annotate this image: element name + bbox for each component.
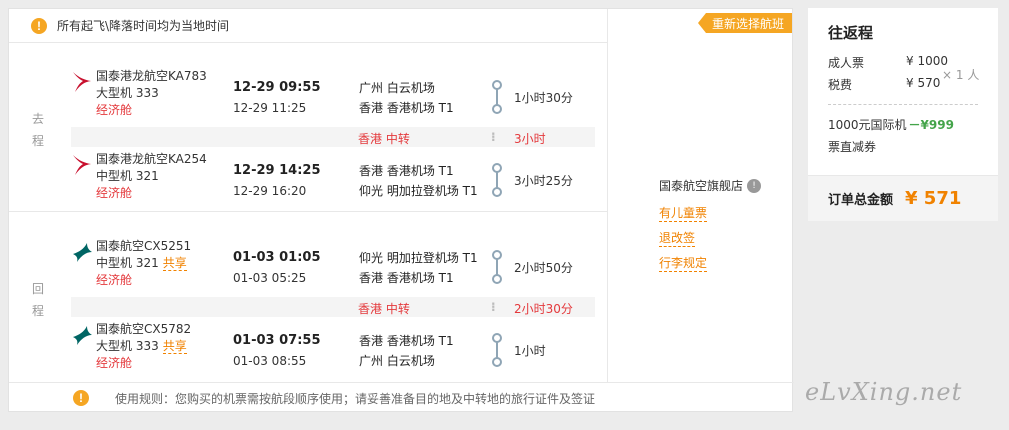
tax-label: 税费	[828, 78, 853, 92]
adult-fare-label: 成人票	[828, 56, 865, 70]
child-ticket-link[interactable]: 有儿童票	[659, 206, 708, 222]
departure-airport: 广州 白云机场	[359, 81, 435, 95]
return-label: 回 程	[31, 282, 44, 318]
cathay-logo-icon	[73, 243, 92, 262]
cabin-class: 经济舱	[96, 103, 133, 117]
arrival-time: 12-29 11:25	[233, 101, 307, 115]
panel-divider	[607, 9, 608, 382]
trip-type-title: 往返程	[828, 24, 874, 42]
coupon-label-2: 票直减券	[828, 140, 877, 154]
flight-duration: 3小时25分	[514, 174, 573, 188]
usage-rules-text: 使用规则：您购买的机票需按航段顺序使用；请妥善准备目的地及中转地的旅行证件及签证	[115, 391, 596, 406]
coupon-amount: －¥999	[908, 118, 954, 132]
warning-icon: !	[31, 17, 47, 34]
departure-time: 01-03 01:05	[233, 250, 321, 265]
itinerary-panel: ! 所有起飞\降落时间均为当地时间 重新选择航班 去 程 国泰港龙航空KA783…	[8, 8, 794, 413]
price-summary-panel: 往返程 成人票 ¥ 1000 × 1 人 税费 ¥ 570 1000元国际机 －¥…	[808, 8, 998, 221]
arrival-time: 12-29 16:20	[233, 184, 307, 198]
flight-duration: 1小时30分	[514, 91, 573, 105]
dragonair-logo-icon	[73, 155, 91, 175]
airline-name: 国泰港龙航空KA783	[96, 69, 207, 83]
airline-name: 国泰航空CX5782	[96, 322, 192, 336]
order-total-amount: ¥ 571	[905, 188, 962, 209]
flight-row: 国泰航空CX5251 中型机 321 共享 经济舱 01-03 01:05 01-…	[71, 226, 601, 290]
outbound-label: 去 程	[31, 112, 44, 148]
cabin-class: 经济舱	[96, 273, 133, 287]
warning-icon: !	[73, 390, 89, 406]
baggage-rules-link[interactable]: 行李规定	[659, 256, 708, 272]
route-icon	[492, 333, 502, 367]
dragonair-logo-icon	[73, 72, 91, 92]
time-notice: ! 所有起飞\降落时间均为当地时间	[9, 9, 607, 43]
arrival-airport: 香港 香港机场 T1	[359, 271, 454, 285]
info-icon: !	[747, 178, 762, 193]
flight-duration: 2小时50分	[514, 261, 573, 275]
coupon-line: 1000元国际机 －¥999	[828, 116, 954, 133]
usage-rules-notice: ! 使用规则：您购买的机票需按航段顺序使用；请妥善准备目的地及中转地的旅行证件及…	[9, 382, 794, 413]
codeshare-link[interactable]: 共享	[162, 256, 187, 271]
arrival-time: 01-03 05:25	[233, 271, 307, 285]
aircraft-model: 中型机 321	[96, 169, 159, 183]
cathay-logo-icon	[73, 326, 92, 345]
aircraft-model: 中型机 321	[96, 256, 159, 270]
tax-price: ¥ 570	[906, 76, 941, 90]
codeshare-link[interactable]: 共享	[162, 339, 187, 354]
airline-name: 国泰港龙航空KA254	[96, 152, 207, 166]
order-total: 订单总金额 ¥ 571	[808, 175, 998, 221]
arrival-airport: 广州 白云机场	[359, 354, 435, 368]
passenger-multiplier: × 1 人	[942, 68, 980, 82]
arrival-airport: 香港 香港机场 T1	[359, 101, 454, 115]
time-notice-text: 所有起飞\降落时间均为当地时间	[57, 19, 230, 33]
reselect-flight-button[interactable]: 重新选择航班	[698, 13, 792, 33]
departure-airport: 香港 香港机场 T1	[359, 164, 454, 178]
flight-duration: 1小时	[514, 344, 546, 358]
arrival-airport: 仰光 明加拉登机场 T1	[359, 184, 478, 198]
flight-row: 国泰港龙航空KA254 中型机 321 经济舱 12-29 14:25 12-2…	[71, 139, 601, 203]
watermark: eLvXing.net	[805, 378, 963, 406]
aircraft-model: 大型机 333	[96, 86, 159, 100]
flight-row: 国泰港龙航空KA783 大型机 333 经济舱 12-29 09:55 12-2…	[71, 56, 601, 120]
coupon-label: 1000元国际机	[828, 118, 907, 132]
route-icon	[492, 163, 502, 197]
outbound-section: 去 程 国泰港龙航空KA783 大型机 333 经济舱 12-29 09:55 …	[9, 44, 607, 212]
aircraft-model: 大型机 333	[96, 339, 159, 353]
route-icon	[492, 250, 502, 284]
shop-name[interactable]: 国泰航空旗舰店 !	[659, 177, 762, 194]
route-icon	[492, 80, 502, 114]
departure-time: 01-03 07:55	[233, 333, 321, 348]
cabin-class: 经济舱	[96, 356, 133, 370]
return-section: 回 程 国泰航空CX5251 中型机 321 共享 经济舱 01-03 01:05…	[9, 214, 607, 382]
cabin-class: 经济舱	[96, 186, 133, 200]
departure-time: 12-29 14:25	[233, 163, 321, 178]
departure-airport: 仰光 明加拉登机场 T1	[359, 251, 478, 265]
airline-name: 国泰航空CX5251	[96, 239, 192, 253]
departure-time: 12-29 09:55	[233, 80, 321, 95]
arrival-time: 01-03 08:55	[233, 354, 307, 368]
summary-divider	[828, 104, 978, 105]
change-refund-link[interactable]: 退改签	[659, 231, 696, 247]
departure-airport: 香港 香港机场 T1	[359, 334, 454, 348]
flight-row: 国泰航空CX5782 大型机 333 共享 经济舱 01-03 07:55 01-…	[71, 309, 601, 373]
order-total-label: 订单总金额	[828, 193, 894, 208]
